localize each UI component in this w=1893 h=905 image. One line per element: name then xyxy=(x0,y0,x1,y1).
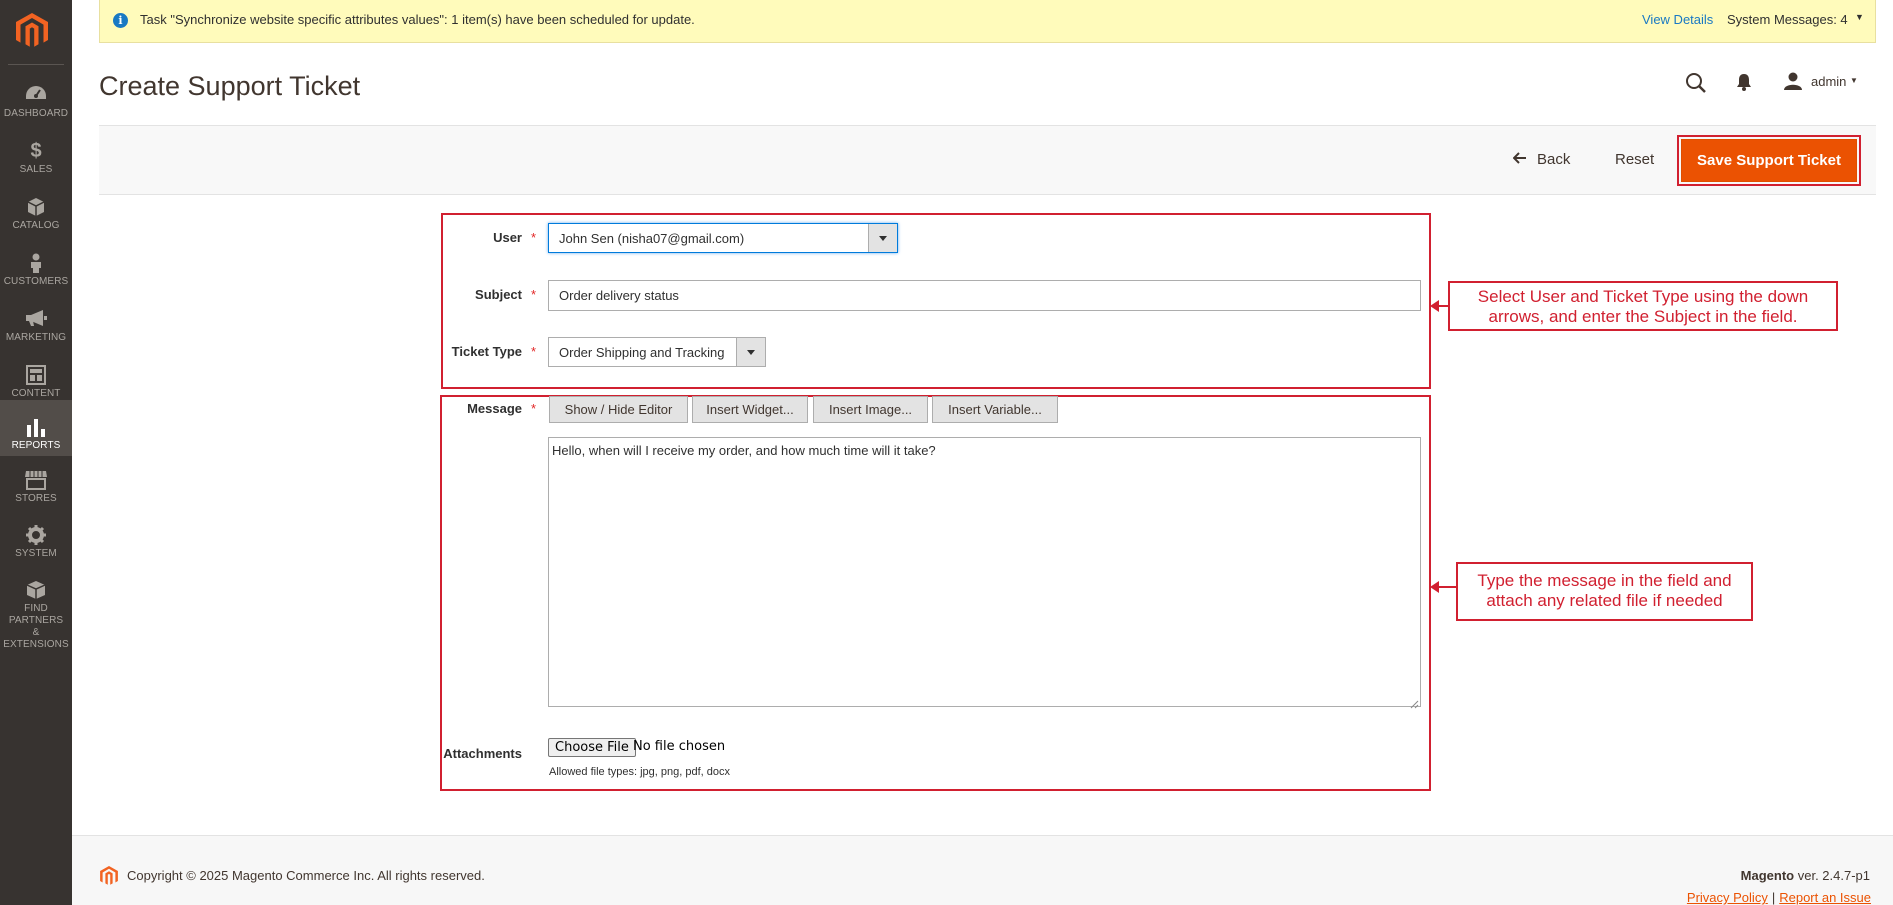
sidebar-item-find-partners[interactable]: FIND PARTNERS & EXTENSIONS xyxy=(0,572,72,650)
dashboard-icon xyxy=(0,82,72,108)
info-icon: i xyxy=(113,13,128,28)
magento-logo-icon xyxy=(100,866,118,891)
brand-name: Magento xyxy=(1740,868,1795,883)
sidebar-item-reports[interactable]: REPORTS xyxy=(0,400,72,456)
version-number: ver. 2.4.7-p1 xyxy=(1794,868,1870,883)
attachments-label: Attachments xyxy=(443,746,522,761)
store-icon xyxy=(0,467,72,493)
chevron-down-icon[interactable]: ▼ xyxy=(1855,12,1864,22)
sidebar-item-marketing[interactable]: MARKETING xyxy=(0,301,72,357)
save-support-ticket-button[interactable]: Save Support Ticket xyxy=(1681,139,1857,182)
user-label: User xyxy=(493,230,522,245)
insert-image-button[interactable]: Insert Image... xyxy=(813,396,928,423)
dropdown-arrow-icon[interactable] xyxy=(736,338,765,366)
admin-sidebar: DASHBOARD $ SALES CATALOG CUSTOMERS MARK… xyxy=(0,0,72,905)
sidebar-item-system[interactable]: SYSTEM xyxy=(0,517,72,573)
callout-message: Type the message in the field and attach… xyxy=(1456,562,1753,621)
megaphone-icon xyxy=(0,306,72,332)
ticket-type-value: Order Shipping and Tracking xyxy=(559,345,725,360)
report-issue-link[interactable]: Report an Issue xyxy=(1779,890,1871,905)
bell-icon[interactable] xyxy=(1736,73,1752,96)
footer-links: Privacy Policy | Report an Issue xyxy=(1687,890,1871,905)
notice-message: Task "Synchronize website specific attri… xyxy=(140,12,695,27)
sidebar-divider xyxy=(8,64,64,65)
dollar-icon: $ xyxy=(30,140,42,162)
ticket-type-label: Ticket Type xyxy=(451,344,522,359)
person-icon xyxy=(0,250,72,276)
user-icon[interactable] xyxy=(1784,72,1802,95)
message-textarea[interactable]: Hello, when will I receive my order, and… xyxy=(548,437,1421,709)
resize-handle-icon[interactable] xyxy=(1410,696,1419,709)
cube-icon xyxy=(0,194,72,220)
user-select[interactable]: John Sen (nisha07@gmail.com) xyxy=(548,223,898,253)
back-button[interactable]: Back xyxy=(1512,151,1571,168)
subject-input-value: Order delivery status xyxy=(559,288,679,303)
user-select-value: John Sen (nisha07@gmail.com) xyxy=(559,231,745,246)
ticket-type-select[interactable]: Order Shipping and Tracking xyxy=(548,337,766,367)
sidebar-item-customers[interactable]: CUSTOMERS xyxy=(0,245,72,301)
version-info: Magento ver. 2.4.7-p1 xyxy=(1741,868,1870,883)
privacy-policy-link[interactable]: Privacy Policy xyxy=(1687,890,1768,905)
callout-select-user: Select User and Ticket Type using the do… xyxy=(1448,281,1838,331)
chevron-down-icon[interactable]: ▼ xyxy=(1850,76,1858,85)
file-status: No file chosen xyxy=(633,739,726,754)
callout-arrow xyxy=(1430,300,1448,312)
reset-button[interactable]: Reset xyxy=(1615,151,1654,168)
bar-chart-icon xyxy=(0,414,72,440)
insert-variable-button[interactable]: Insert Variable... xyxy=(932,396,1058,423)
gear-icon xyxy=(0,522,72,548)
message-text: Hello, when will I receive my order, and… xyxy=(552,443,936,458)
show-hide-editor-button[interactable]: Show / Hide Editor xyxy=(549,396,688,423)
link-separator: | xyxy=(1771,890,1776,905)
sidebar-item-catalog[interactable]: CATALOG xyxy=(0,189,72,245)
required-mark: * xyxy=(531,344,537,359)
search-icon[interactable] xyxy=(1685,72,1707,99)
insert-widget-button[interactable]: Insert Widget... xyxy=(692,396,808,423)
dropdown-arrow-icon[interactable] xyxy=(868,224,897,252)
choose-file-button[interactable]: Choose File xyxy=(548,738,636,757)
system-messages-toggle[interactable]: System Messages: 4 xyxy=(1727,12,1848,27)
subject-input[interactable]: Order delivery status xyxy=(548,280,1421,311)
system-notice-bar: i Task "Synchronize website specific att… xyxy=(99,0,1876,43)
page-actions-bar xyxy=(99,125,1876,195)
callout-line: attach any related file if needed xyxy=(1486,591,1723,610)
callout-arrow xyxy=(1430,581,1456,593)
layout-icon xyxy=(0,362,72,388)
allowed-types-note: Allowed file types: jpg, png, pdf, docx xyxy=(549,766,730,778)
copyright-text: Copyright © 2025 Magento Commerce Inc. A… xyxy=(127,868,485,883)
back-label: Back xyxy=(1537,151,1571,168)
box-icon xyxy=(0,577,72,603)
view-details-link[interactable]: View Details xyxy=(1642,12,1713,27)
sidebar-item-sales[interactable]: $ SALES xyxy=(0,133,72,189)
callout-line: Type the message in the field and xyxy=(1477,571,1732,590)
arrow-left-icon xyxy=(1512,151,1527,168)
required-mark: * xyxy=(531,230,537,245)
sidebar-item-dashboard[interactable]: DASHBOARD xyxy=(0,77,72,133)
message-label: Message xyxy=(467,401,522,416)
sidebar-item-stores[interactable]: STORES xyxy=(0,462,72,518)
callout-line: Select User and Ticket Type using the do… xyxy=(1477,287,1809,306)
required-mark: * xyxy=(531,287,537,302)
page-title: Create Support Ticket xyxy=(99,71,361,101)
subject-label: Subject xyxy=(475,287,522,302)
magento-logo-icon[interactable] xyxy=(16,13,48,49)
admin-user-menu[interactable]: admin xyxy=(1811,74,1846,89)
required-mark: * xyxy=(531,401,537,416)
callout-line: arrows, and enter the Subject in the fie… xyxy=(1488,307,1798,326)
